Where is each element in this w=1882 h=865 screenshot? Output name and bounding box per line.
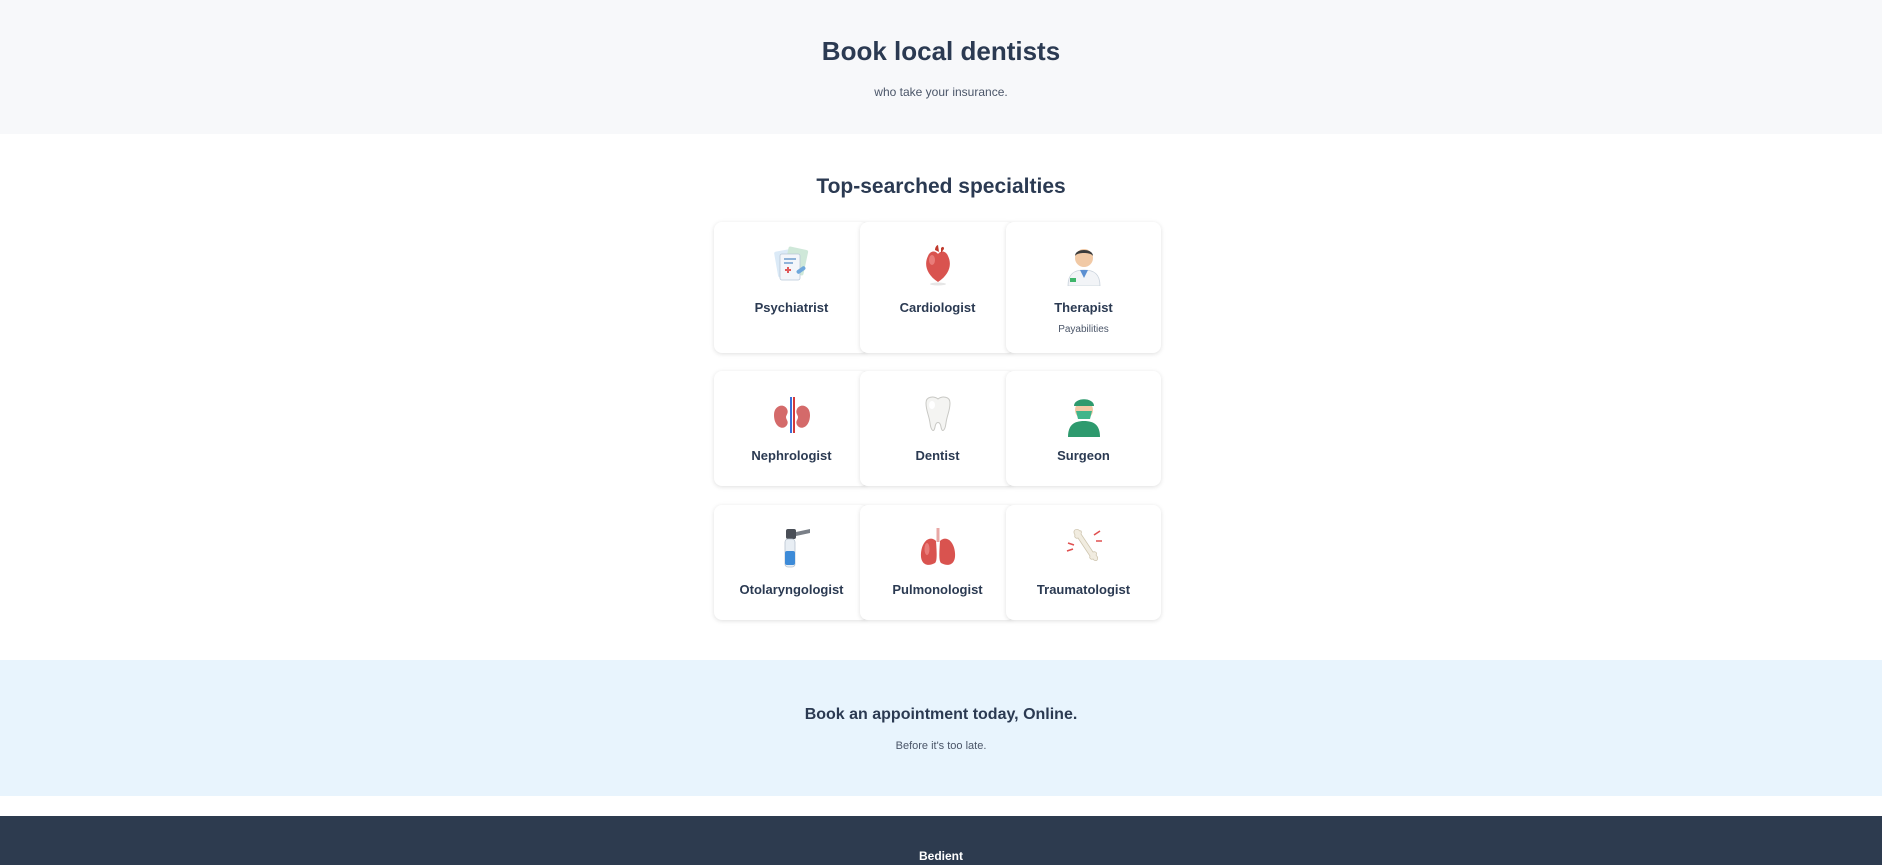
specialty-label: Surgeon [1057, 448, 1110, 463]
hero-title: Book local dentists [821, 36, 1061, 66]
hero-subtitle: who take your insurance. [874, 85, 1008, 99]
specialty-card-surgeon[interactable]: Surgeon [1006, 371, 1161, 486]
specialty-card-cardiologist[interactable]: Cardiologist [860, 222, 1015, 353]
prescription-icon [773, 246, 808, 281]
cta-title: Book an appointment today, Online. [804, 706, 1078, 723]
tooth-icon [924, 396, 951, 431]
surgeon-icon [1067, 399, 1100, 437]
specialty-card-nephrologist[interactable]: Nephrologist [714, 371, 869, 486]
hero-section: Book local dentists who take your insura… [0, 0, 1882, 134]
specialty-label: Therapist [1054, 300, 1113, 315]
specialty-label: Traumatologist [1036, 582, 1131, 597]
specialty-card-otolaryngologist[interactable]: Otolaryngologist [714, 505, 869, 620]
specialty-card-therapist[interactable]: Therapist Payabilities [1006, 222, 1161, 353]
specialty-label: Psychiatrist [754, 300, 829, 315]
specialty-label: Nephrologist [751, 448, 832, 463]
lungs-icon [920, 528, 955, 565]
cta-subtitle: Before it's too late. [895, 740, 987, 752]
specialty-label: Pulmonologist [892, 582, 983, 597]
specialty-label: Otolaryngologist [739, 582, 844, 597]
specialty-card-pulmonologist[interactable]: Pulmonologist [860, 505, 1015, 620]
specialty-card-psychiatrist[interactable]: Psychiatrist [714, 222, 869, 353]
footer-brand[interactable]: Bedient [0, 849, 1882, 863]
doctor-icon [1067, 249, 1100, 286]
bone-icon [1066, 528, 1102, 562]
heart-icon [925, 245, 950, 286]
kidneys-icon [773, 397, 810, 433]
specialty-card-traumatologist[interactable]: Traumatologist [1006, 505, 1161, 620]
specialties-title: Top-searched specialties [816, 175, 1066, 198]
specialty-sublabel: Payabilities [1058, 324, 1109, 335]
footer: Bedient [0, 816, 1882, 865]
otoscope-icon [784, 529, 810, 568]
specialty-label: Cardiologist [899, 300, 976, 315]
cta-section: Book an appointment today, Online. Befor… [0, 660, 1882, 796]
specialty-card-dentist[interactable]: Dentist [860, 371, 1015, 486]
specialty-label: Dentist [915, 448, 960, 463]
